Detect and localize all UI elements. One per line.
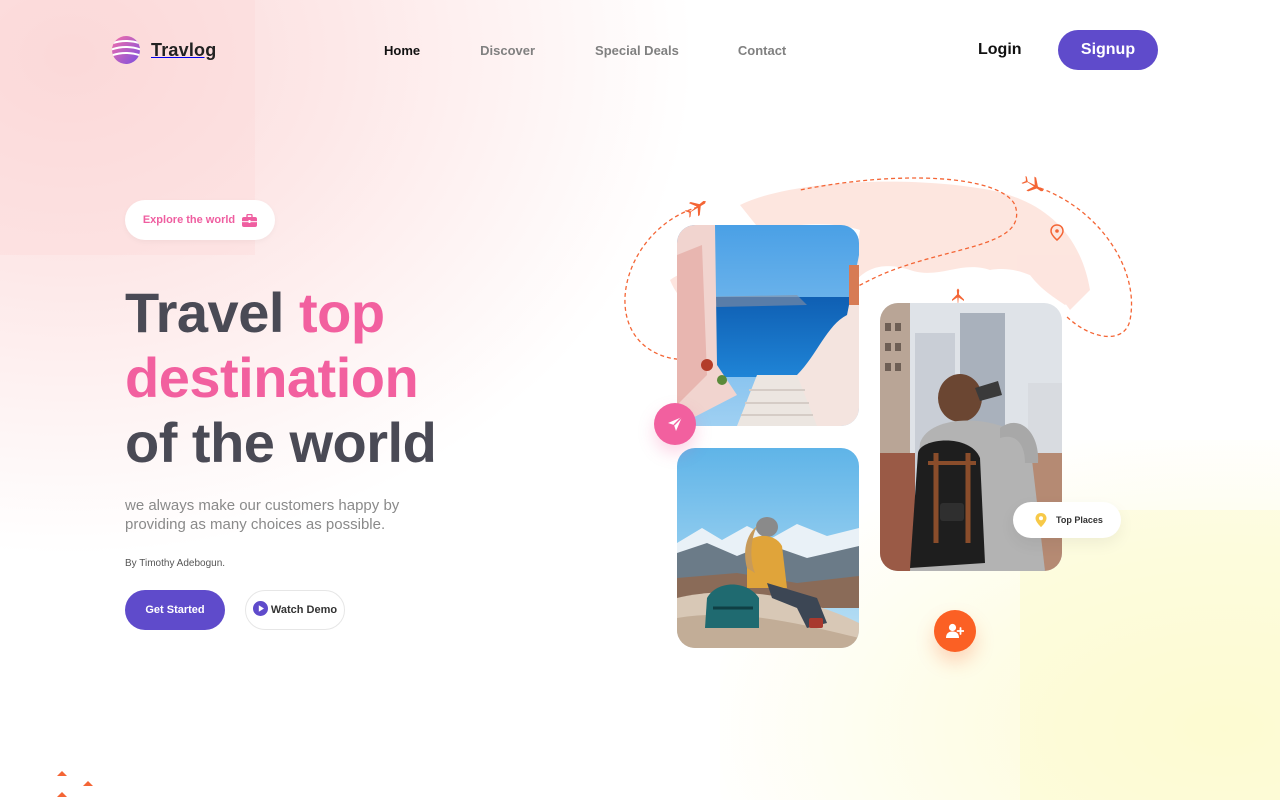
hero-author: By Timothy Adebogun.: [125, 558, 226, 569]
headline-highlight-top: top: [298, 281, 385, 344]
send-button[interactable]: [654, 403, 696, 445]
nav-discover[interactable]: Discover: [480, 43, 535, 58]
paper-plane-icon: [668, 416, 683, 431]
nav-special-deals[interactable]: Special Deals: [595, 43, 679, 58]
briefcase-icon: [242, 213, 258, 227]
striped-globe-icon: [112, 36, 140, 64]
top-places-label: Top Places: [1056, 515, 1103, 525]
top-places-card[interactable]: Top Places: [1013, 502, 1121, 538]
triangle-decoration: [57, 771, 93, 797]
hero-subtitle: we always make our customers happy by pr…: [125, 497, 400, 533]
explore-badge: Explore the world: [125, 200, 275, 240]
explore-badge-label: Explore the world: [142, 214, 236, 226]
airplane-icon: [684, 201, 706, 218]
headline-part-4: of the world: [125, 411, 437, 474]
watch-demo-label: Watch Demo: [270, 604, 338, 616]
site-header: Travlog Home Discover Special Deals Cont…: [0, 0, 1280, 100]
headline-part-1: Travel: [125, 281, 299, 344]
nav-contact[interactable]: Contact: [738, 43, 786, 58]
location-pin-icon: [1035, 513, 1047, 527]
airplane-icon: [1021, 176, 1044, 192]
brand-name: Travlog: [151, 39, 217, 60]
get-started-button[interactable]: Get Started: [125, 590, 225, 630]
headline-highlight-destination: destination: [125, 346, 419, 409]
play-icon: [252, 601, 268, 616]
hero-headline: Travel top destination of the world: [125, 280, 437, 475]
watch-demo-button[interactable]: Watch Demo: [245, 590, 345, 630]
brand-logo-link[interactable]: Travlog: [112, 36, 216, 64]
nav-home[interactable]: Home: [384, 43, 420, 58]
santorini-photo: [677, 225, 859, 426]
signup-button[interactable]: Signup: [1058, 30, 1158, 70]
add-user-icon: [946, 623, 964, 638]
add-user-button[interactable]: [934, 610, 976, 652]
main-nav: Home Discover Special Deals Contact: [384, 43, 786, 58]
login-link[interactable]: Login: [978, 41, 1022, 59]
mountain-hiker-photo: [677, 448, 859, 648]
